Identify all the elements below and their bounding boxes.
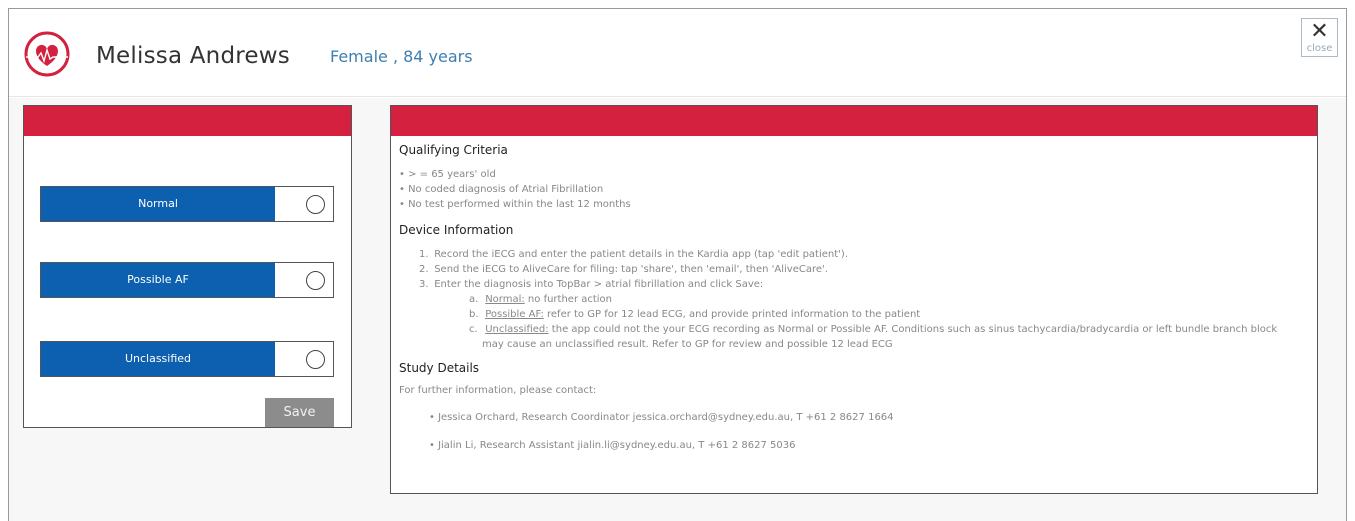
option-normal-radio[interactable] [306, 195, 325, 214]
qualifying-criteria-title: Qualifying Criteria [399, 143, 508, 157]
list-item: • > = 65 years' old [399, 169, 496, 180]
option-unclassified-label: Unclassified [41, 342, 275, 376]
substep-letter: a. [469, 294, 479, 305]
information-panel-header-bar [391, 106, 1317, 136]
list-item: 3. Enter the diagnosis into TopBar > atr… [419, 277, 1309, 352]
contacts-list: • Jessica Orchard, Research Coordinator … [399, 412, 1309, 451]
option-normal[interactable]: Normal [40, 186, 334, 222]
device-steps-list: 1. Record the iECG and enter the patient… [399, 247, 1309, 352]
list-item: 1. Record the iECG and enter the patient… [419, 247, 1309, 262]
step-number: 1. [419, 249, 429, 260]
list-item: b. Possible AF: refer to GP for 12 lead … [469, 307, 1309, 322]
close-button[interactable]: ✕ close [1301, 18, 1338, 57]
option-possible-af-radio[interactable] [306, 271, 325, 290]
qualifying-criteria-list: • > = 65 years' old • No coded diagnosis… [399, 167, 1309, 212]
substep-letter: b. [469, 309, 479, 320]
list-item: • No test performed within the last 12 m… [399, 199, 631, 210]
step-number: 2. [419, 264, 429, 275]
step-number: 3. [419, 279, 429, 290]
substep-continuation: may cause an unclassified result. Refer … [482, 339, 893, 350]
close-label: close [1306, 43, 1333, 54]
list-item: • Jialin Li, Research Assistant jialin.l… [429, 440, 796, 451]
dialog-header: Melissa Andrews Female , 84 years ✕ clos… [9, 9, 1346, 97]
diagnosis-panel-header-bar [24, 106, 351, 136]
list-item: 2. Send the iECG to AliveCare for filing… [419, 262, 1309, 277]
patient-demographics: Female , 84 years [330, 47, 473, 66]
substep-term: Unclassified: [485, 324, 549, 335]
option-possible-af-label: Possible AF [41, 263, 275, 297]
information-panel: Qualifying Criteria • > = 65 years' old … [390, 105, 1318, 494]
substep-text: the app could not the your ECG recording… [548, 324, 1278, 335]
heart-ecg-logo-icon [24, 31, 70, 77]
list-item: c. Unclassified: the app could not the y… [469, 322, 1309, 337]
substep-term: Normal: [485, 294, 525, 305]
step-text: Record the iECG and enter the patient de… [434, 249, 848, 260]
step-text: Enter the diagnosis into TopBar > atrial… [434, 279, 764, 290]
save-button[interactable]: Save [265, 398, 334, 427]
study-intro-text: For further information, please contact: [399, 385, 597, 396]
substep-term: Possible AF: [485, 309, 544, 320]
option-unclassified-radio[interactable] [306, 350, 325, 369]
substep-text: refer to GP for 12 lead ECG, and provide… [543, 309, 921, 320]
list-item: • Jessica Orchard, Research Coordinator … [429, 412, 894, 423]
study-details-title: Study Details [399, 361, 480, 375]
option-possible-af[interactable]: Possible AF [40, 262, 334, 298]
step-text: Send the iECG to AliveCare for filing: t… [434, 264, 828, 275]
list-item: a. Normal: no further action [469, 292, 1309, 307]
patient-dialog: Melissa Andrews Female , 84 years ✕ clos… [8, 8, 1347, 521]
option-unclassified[interactable]: Unclassified [40, 341, 334, 377]
device-information-title: Device Information [399, 223, 514, 237]
substep-text: no further action [524, 294, 613, 305]
list-item: • No coded diagnosis of Atrial Fibrillat… [399, 184, 604, 195]
option-normal-label: Normal [41, 187, 275, 221]
close-icon: ✕ [1310, 19, 1329, 44]
substep-letter: c. [469, 324, 478, 335]
diagnosis-substeps-list: a. Normal: no further action b. Possible… [419, 292, 1309, 352]
diagnosis-panel: Normal Possible AF Unclassified Save [23, 105, 352, 428]
patient-name: Melissa Andrews [96, 43, 290, 69]
